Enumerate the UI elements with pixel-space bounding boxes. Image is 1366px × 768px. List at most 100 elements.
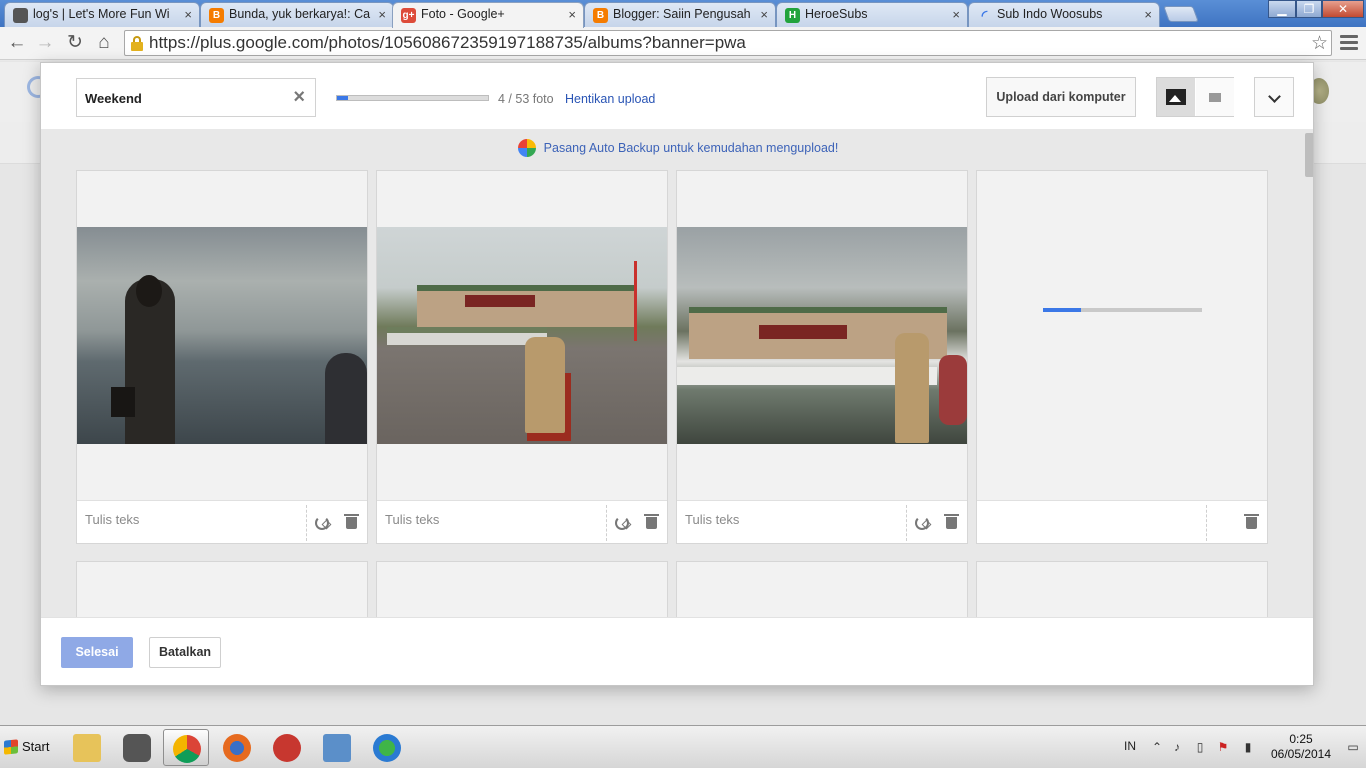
album-name-input[interactable] [85,89,285,107]
address-bar[interactable]: https://plus.google.com/photos/105608672… [124,30,1332,56]
cancel-button[interactable]: Batalkan [149,637,221,668]
tab-close-icon[interactable]: × [568,3,576,26]
back-arrow-icon[interactable]: ← [4,31,30,55]
upload-progress-bar [336,95,489,101]
stop-upload-link[interactable]: Hentikan upload [565,92,655,106]
tab-close-icon[interactable]: × [378,3,386,26]
battery-icon[interactable]: ▯ [1193,740,1207,754]
browser-menu-icon[interactable] [1340,35,1358,51]
done-button[interactable]: Selesai [61,637,133,668]
signal-bars-icon[interactable]: ▮ [1241,740,1255,754]
photo-card-5[interactable] [76,561,368,621]
taskbar-app-network[interactable] [314,729,360,766]
network-icon [323,734,351,762]
rotate-icon[interactable] [315,516,329,530]
photo-card-3[interactable]: Tulis teks [676,170,968,544]
caption-input[interactable]: Tulis teks [685,512,739,527]
pinwheel-icon [517,139,536,157]
upload-count: 4 / 53 foto [498,92,554,106]
browser-tab-4[interactable]: B Blogger: Saiin Pengusah × [584,2,776,27]
taskbar-chrome[interactable] [163,729,209,766]
tab-close-icon[interactable]: × [952,3,960,26]
photo-card-8[interactable] [976,561,1268,621]
new-tab-button[interactable] [1163,6,1199,22]
upload-photos-dialog: × 4 / 53 foto Hentikan upload Upload dar… [40,62,1314,686]
trash-icon[interactable] [1244,514,1259,529]
maximize-window-button[interactable]: ❐ [1296,0,1322,18]
photo-card-7[interactable] [676,561,968,621]
large-photo-icon [1166,89,1186,105]
tab-close-icon[interactable]: × [1144,3,1152,26]
volume-icon[interactable]: ♪ [1170,740,1184,754]
bookmark-star-icon[interactable]: ☆ [1311,32,1328,55]
taskbar-app-globe[interactable] [364,729,410,766]
browser-tab-2[interactable]: B Bunda, yuk berkarya!: Ca × [200,2,394,27]
taskbar-app-se[interactable] [114,729,160,766]
tab-close-icon[interactable]: × [760,3,768,26]
photo-upload-progress-bar [1043,308,1202,312]
caption-input[interactable]: Tulis teks [385,512,439,527]
browser-tab-1[interactable]: log's | Let's More Fun Wi × [4,2,200,27]
dialog-footer: Selesai Batalkan [41,617,1313,685]
app-icon [273,734,301,762]
browser-tab-strip: log's | Let's More Fun Wi × B Bunda, yuk… [0,0,1366,28]
globe-icon [373,734,401,762]
minimize-window-button[interactable]: ▁ [1268,0,1296,18]
large-view-button[interactable] [1157,78,1195,116]
lock-icon [131,36,143,51]
taskbar-clock[interactable]: 0:25 06/05/2014 [1266,732,1336,762]
taskbar-firefox[interactable] [214,729,260,766]
photo-card-footer: Tulis teks [677,500,967,543]
dialog-scrollbar-thumb[interactable] [1305,133,1313,177]
trash-icon[interactable] [644,514,659,529]
dialog-scrollbar[interactable] [1303,129,1313,617]
show-hidden-icons-icon[interactable]: ⌃ [1150,740,1164,754]
more-options-button[interactable] [1254,77,1294,117]
photo-upload-progress-fill [1043,308,1082,312]
site-favicon-icon: H [785,8,800,23]
windows-logo-icon [4,739,18,755]
tab-title: Bunda, yuk berkarya!: Ca [229,7,371,21]
photo-card-6[interactable] [376,561,668,621]
trash-icon[interactable] [944,514,959,529]
taskbar-explorer[interactable] [64,729,110,766]
photo-card-2[interactable]: Tulis teks [376,170,668,544]
blogger-favicon-icon: B [593,8,608,23]
show-desktop-icon[interactable]: ▭ [1346,740,1360,754]
forward-arrow-icon[interactable]: → [32,31,58,55]
photo-thumbnail[interactable] [377,227,667,444]
rotate-icon[interactable] [615,516,629,530]
browser-tab-3[interactable]: g+ Foto - Google+ × [392,2,584,28]
photo-card-1[interactable]: Tulis teks [76,170,368,544]
blogger-favicon-icon: B [209,8,224,23]
album-name-field[interactable]: × [76,78,316,117]
photo-thumbnail[interactable] [77,227,367,444]
language-indicator[interactable]: IN [1124,739,1136,753]
upload-from-computer-button[interactable]: Upload dari komputer [986,77,1136,117]
close-window-button[interactable]: ✕ [1322,0,1364,18]
rotate-icon[interactable] [915,516,929,530]
home-icon[interactable]: ⌂ [91,31,117,55]
browser-tab-5[interactable]: H HeroeSubs × [776,2,968,27]
caption-input[interactable]: Tulis teks [85,512,139,527]
dialog-header: × 4 / 53 foto Hentikan upload Upload dar… [41,63,1313,129]
start-button[interactable]: Start [2,731,54,763]
auto-backup-banner[interactable]: Pasang Auto Backup untuk kemudahan mengu… [41,139,1313,157]
photo-card-4-uploading[interactable] [976,170,1268,544]
action-center-icon[interactable]: ⚑ [1216,740,1230,754]
photo-card-footer: Tulis teks [377,500,667,543]
app-icon [123,734,151,762]
taskbar-app-red[interactable] [264,729,310,766]
windows-taskbar: Start IN ⌃ ♪ ▯ ⚑ ▮ 0:25 06/05/2014 ▭ [0,725,1366,768]
trash-icon[interactable] [344,514,359,529]
clear-album-name-icon[interactable]: × [293,86,305,109]
reload-icon[interactable]: ↻ [62,31,88,55]
photo-thumbnail[interactable] [677,227,967,444]
loading-spinner-icon: ◜ [981,7,988,23]
tab-close-icon[interactable]: × [184,3,192,26]
browser-tab-6[interactable]: ◜ Sub Indo Woosubs × [968,2,1160,27]
tab-title: Foto - Google+ [421,7,505,21]
small-view-button[interactable] [1196,78,1234,116]
footer-divider [606,505,607,541]
upload-progress-fill [337,96,349,100]
